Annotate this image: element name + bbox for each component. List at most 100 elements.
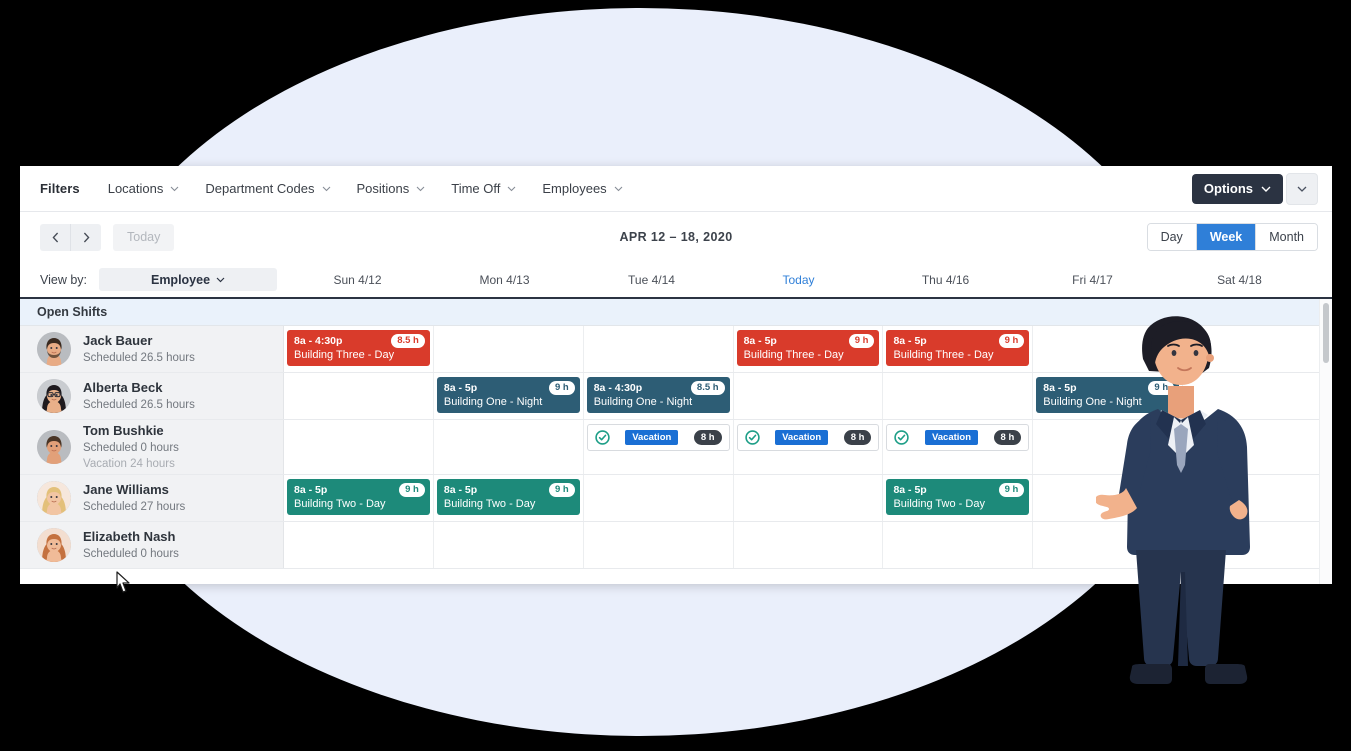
view-mode-toggle: Day Week Month [1146, 223, 1318, 251]
screenshot-stage: Filters Locations Department Codes Posit… [0, 0, 1351, 751]
avatar [37, 332, 71, 366]
filter-positions[interactable]: Positions [357, 181, 426, 196]
schedule-cell-0-0[interactable]: 8a - 4:30p Building Three - Day 8.5 h [284, 326, 434, 372]
shift-card[interactable]: 8a - 5p Building Three - Day 9 h [736, 330, 880, 366]
shift-hours-badge: 9 h [848, 334, 875, 349]
shift-card[interactable]: 8a - 4:30p Building One - Night 8.5 h [586, 377, 730, 413]
employee-cell-4[interactable]: Elizabeth Nash Scheduled 0 hours [20, 522, 284, 568]
shift-card[interactable]: 8a - 4:30p Building Three - Day 8.5 h [287, 330, 430, 366]
shift-hours-badge: 8.5 h [690, 381, 725, 396]
schedule-cell-2-4[interactable]: Vacation 8 h [883, 420, 1034, 474]
schedule-cell-4-0[interactable] [284, 522, 434, 568]
approved-check-icon [894, 430, 910, 445]
employee-scheduled-hours: Scheduled 27 hours [83, 500, 186, 513]
day-header-5: Fri 4/17 [1072, 272, 1113, 287]
shift-hours-badge: 9 h [998, 334, 1025, 349]
day-header-6: Sat 4/18 [1217, 272, 1262, 287]
schedule-cell-0-3[interactable]: 8a - 5p Building Three - Day 9 h [734, 326, 884, 372]
employee-cell-0[interactable]: Jack Bauer Scheduled 26.5 hours [20, 326, 284, 372]
filter-locations-label: Locations [107, 181, 164, 196]
schedule-cell-3-0[interactable]: 8a - 5p Building Two - Day 9 h [284, 475, 434, 521]
shift-position: Building One - Night [443, 396, 543, 409]
shift-position: Building Three - Day [893, 349, 994, 362]
view-mode-week[interactable]: Week [1196, 224, 1257, 250]
shift-position: Building One - Night [593, 396, 693, 409]
employee-cell-2[interactable]: Tom Bushkie Scheduled 0 hours Vacation 24 … [20, 420, 284, 474]
view-mode-month[interactable]: Month [1256, 224, 1317, 250]
schedule-cell-4-3[interactable] [734, 522, 884, 568]
options-button[interactable]: Options [1191, 173, 1283, 204]
schedule-cell-2-0[interactable] [284, 420, 434, 474]
filter-time-off[interactable]: Time Off [451, 181, 516, 196]
shift-card[interactable]: 8a - 5p Building Two - Day 9 h [436, 479, 580, 515]
employee-info: Alberta Beck Scheduled 26.5 hours [83, 379, 195, 413]
schedule-cell-4-4[interactable] [883, 522, 1034, 568]
chevron-down-icon [1261, 186, 1271, 192]
schedule-cell-0-2[interactable] [584, 326, 734, 372]
avatar [37, 481, 71, 515]
avatar [37, 430, 71, 464]
shift-card[interactable]: 8a - 5p Building Three - Day 9 h [886, 330, 1030, 366]
shift-hours-badge: 9 h [998, 483, 1025, 498]
vertical-scrollbar-track[interactable] [1319, 299, 1332, 584]
shift-card[interactable]: 8a - 5p Building Two - Day 9 h [886, 479, 1030, 515]
avatar [37, 379, 71, 413]
employee-cell-3[interactable]: Jane Williams Scheduled 27 hours [20, 475, 284, 521]
options-dropdown-button[interactable] [1286, 172, 1318, 205]
filter-locations[interactable]: Locations [108, 181, 180, 196]
avatar [37, 528, 71, 562]
schedule-cell-3-4[interactable]: 8a - 5p Building Two - Day 9 h [883, 475, 1034, 521]
date-arrow-group [40, 223, 101, 251]
day-header-1: Mon 4/13 [479, 272, 530, 287]
view-mode-day[interactable]: Day [1147, 224, 1197, 250]
next-week-button[interactable] [71, 223, 101, 251]
filter-department-codes[interactable]: Department Codes [205, 181, 330, 196]
schedule-cell-2-1[interactable] [434, 420, 584, 474]
filter-bar: Filters Locations Department Codes Posit… [20, 166, 1332, 212]
employee-name: Jane Williams [83, 482, 169, 498]
shift-card[interactable]: 8a - 5p Building One - Night 9 h [436, 377, 580, 413]
schedule-cell-3-3[interactable] [734, 475, 884, 521]
employee-scheduled-hours: Scheduled 26.5 hours [83, 398, 195, 411]
schedule-cell-3-2[interactable] [584, 475, 734, 521]
chevron-down-icon [170, 186, 179, 192]
time-off-card[interactable]: Vacation 8 h [886, 424, 1030, 451]
shift-hours-badge: 9 h [548, 483, 575, 498]
view-by-select[interactable]: Employee [99, 268, 278, 291]
previous-week-button[interactable] [40, 223, 71, 251]
time-off-type-badge: Vacation [775, 430, 829, 445]
shift-hours-badge: 8.5 h [391, 334, 425, 349]
employee-info: Elizabeth Nash Scheduled 0 hours [83, 528, 179, 562]
schedule-cell-1-0[interactable] [284, 373, 434, 419]
filters-label: Filters [40, 181, 80, 196]
day-header-3: Today [782, 272, 815, 287]
day-header-row: Sun 4/12 Mon 4/13 Tue 4/14 Today Thu 4/16 Fri… [284, 262, 1313, 297]
today-button[interactable]: Today [113, 223, 175, 251]
schedule-cell-4-1[interactable] [434, 522, 584, 568]
schedule-cell-2-3[interactable]: Vacation 8 h [734, 420, 884, 474]
schedule-cell-1-1[interactable]: 8a - 5p Building One - Night 9 h [434, 373, 584, 419]
schedule-cell-1-4[interactable] [883, 373, 1034, 419]
shift-hours-badge: 9 h [399, 483, 425, 498]
schedule-cell-0-1[interactable] [434, 326, 584, 372]
employee-name: Tom Bushkie [83, 423, 164, 439]
filter-employees[interactable]: Employees [542, 181, 623, 196]
time-off-card[interactable]: Vacation 8 h [586, 424, 730, 451]
schedule-cell-2-2[interactable]: Vacation 8 h [584, 420, 734, 474]
employee-info: Tom Bushkie Scheduled 0 hours Vacation 24 … [83, 422, 179, 472]
employee-name: Jack Bauer [83, 333, 153, 349]
shift-position: Building Two - Day [893, 498, 985, 511]
schedule-cell-3-1[interactable]: 8a - 5p Building Two - Day 9 h [434, 475, 584, 521]
view-by-label: View by: [40, 272, 88, 287]
shift-card[interactable]: 8a - 5p Building Two - Day 9 h [287, 479, 430, 515]
schedule-cell-0-4[interactable]: 8a - 5p Building Three - Day 9 h [883, 326, 1034, 372]
view-by-value: Employee [150, 272, 211, 287]
schedule-cell-1-2[interactable]: 8a - 4:30p Building One - Night 8.5 h [584, 373, 734, 419]
approved-check-icon [744, 430, 760, 445]
vertical-scrollbar-thumb[interactable] [1323, 303, 1329, 363]
time-off-card[interactable]: Vacation 8 h [736, 424, 880, 451]
schedule-cell-4-2[interactable] [584, 522, 734, 568]
schedule-cell-1-3[interactable] [734, 373, 884, 419]
employee-cell-1[interactable]: Alberta Beck Scheduled 26.5 hours [20, 373, 284, 419]
employee-info: Jane Williams Scheduled 27 hours [83, 481, 185, 515]
